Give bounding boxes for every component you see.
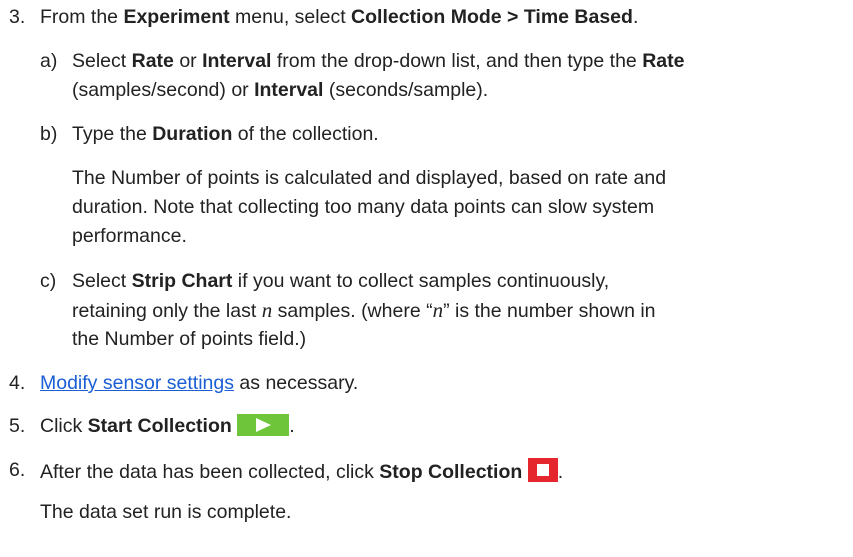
stop-icon	[527, 458, 558, 488]
step-number: 5.	[9, 415, 26, 437]
substep-b-note-line2: duration. Note that collecting too many …	[72, 196, 655, 218]
variable-n: n	[261, 298, 273, 322]
substep-a-line2: (samples/second) or Interval (seconds/sa…	[72, 79, 489, 101]
substep-letter: b)	[40, 123, 58, 145]
step-6-result: The data set run is complete.	[40, 501, 292, 523]
menu-name: Experiment	[123, 6, 230, 28]
play-icon	[237, 414, 290, 442]
substep-letter: c)	[40, 270, 57, 292]
step-text: From the Experiment menu, select Collect…	[40, 6, 639, 28]
menu-path: Collection Mode > Time Based	[351, 6, 633, 28]
variable-n: n	[432, 298, 444, 322]
start-collection-label: Start Collection	[87, 415, 232, 437]
substep-b-note-line1: The Number of points is calculated and d…	[72, 167, 667, 189]
step-number: 3.	[9, 6, 26, 28]
substep-letter: a)	[40, 50, 58, 72]
stop-collection-label: Stop Collection	[379, 461, 523, 483]
instructions-page: 3. From the Experiment menu, select Coll…	[9, 6, 685, 523]
substep-c-line3: the Number of points field.)	[72, 328, 307, 350]
substep-c-line2: retaining only the last n samples. (wher…	[72, 298, 656, 322]
step-number: 4.	[9, 372, 26, 394]
modify-sensor-settings-link[interactable]: Modify sensor settings	[40, 372, 234, 394]
substep-b-note-line3: performance.	[72, 225, 187, 247]
step-number: 6.	[9, 459, 26, 481]
